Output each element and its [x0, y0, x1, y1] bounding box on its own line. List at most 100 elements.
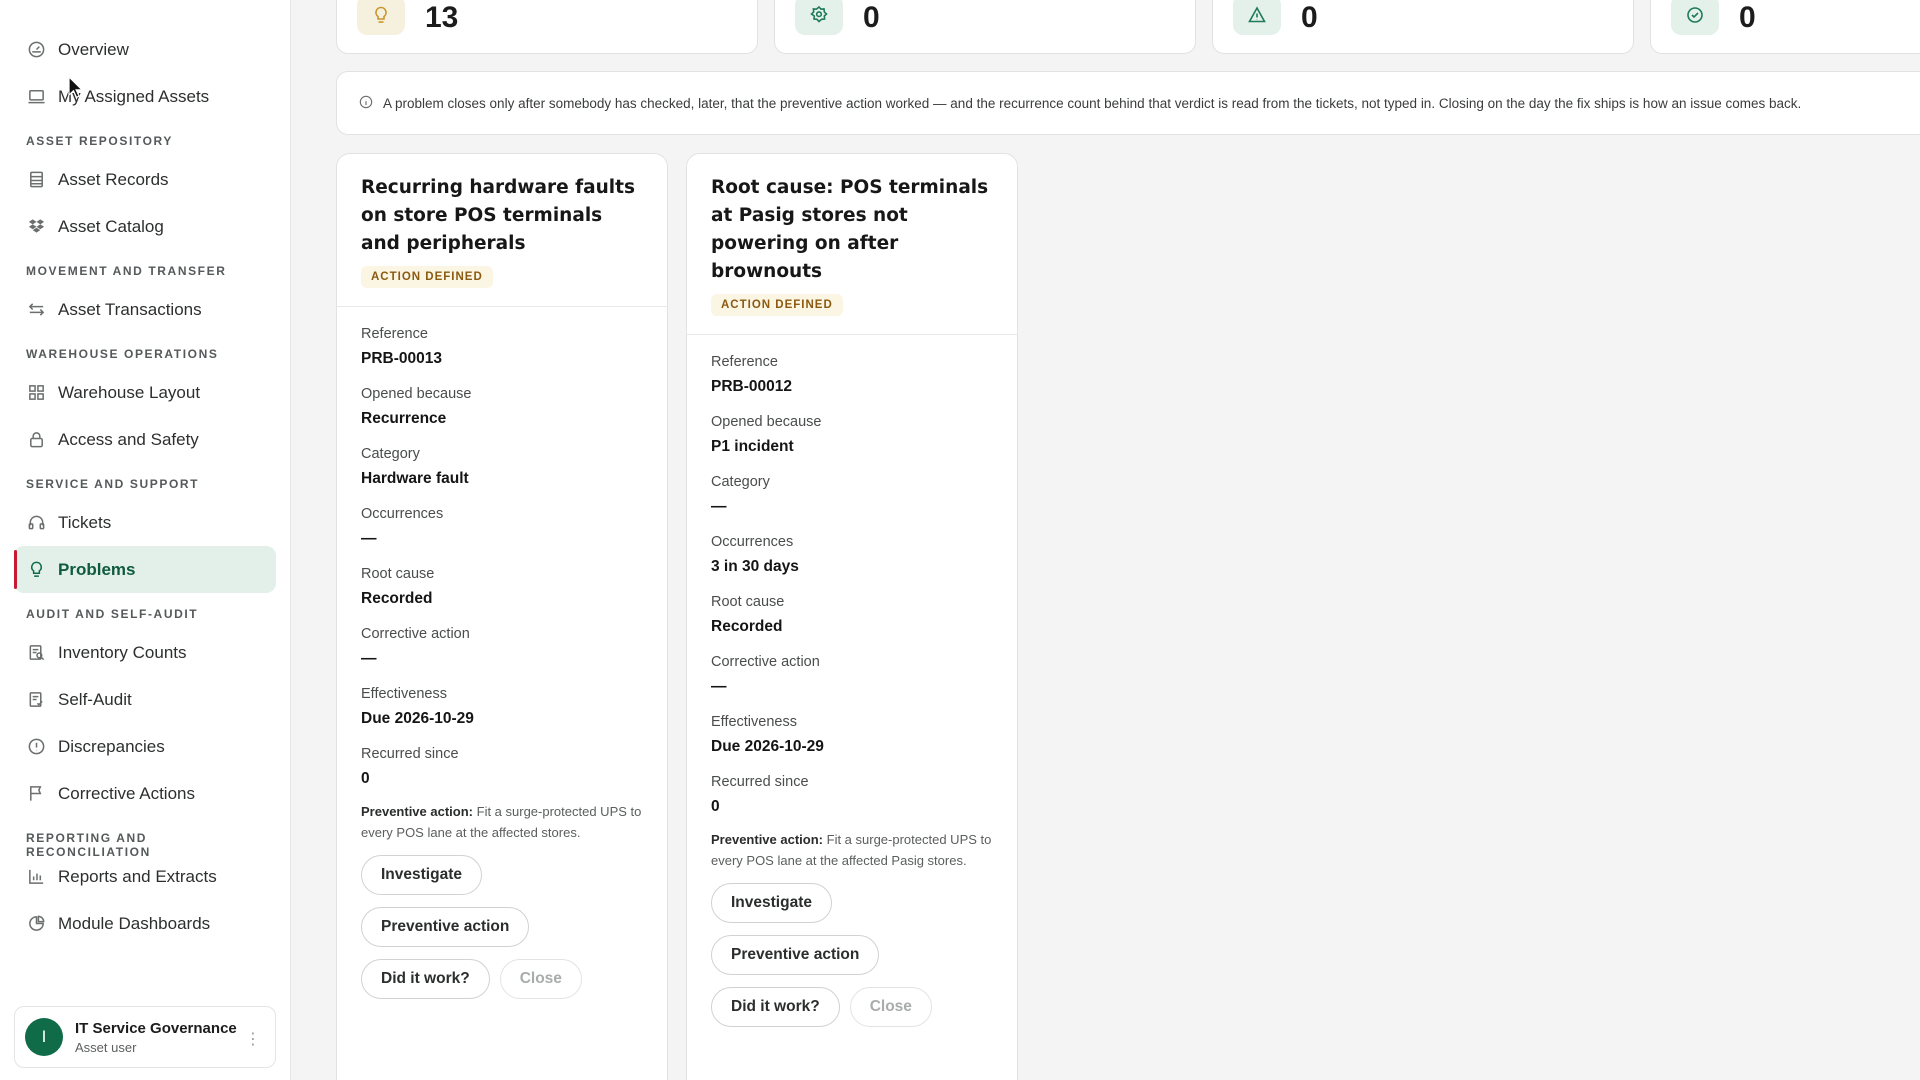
field-value-opened-because: P1 incident	[711, 438, 794, 455]
sidebar-item-asset-catalog[interactable]: Asset Catalog	[14, 203, 276, 250]
status-badge: ACTION DEFINED	[361, 266, 493, 288]
user-role: Asset user	[75, 1039, 137, 1055]
problem-title[interactable]: Root cause: POS terminals at Pasig store…	[711, 174, 993, 286]
avatar: I	[25, 1018, 63, 1056]
sidebar-item-label: Access and Safety	[58, 429, 199, 449]
preventive-action-button[interactable]: Preventive action	[361, 907, 530, 947]
section-label-movement: MOVEMENT AND TRANSFER	[26, 264, 227, 278]
did-it-work-button[interactable]: Did it work?	[711, 987, 840, 1027]
user-card[interactable]: I IT Service Governance Asset user ⋮	[14, 1006, 276, 1068]
sidebar-item-label: Warehouse Layout	[58, 382, 201, 402]
sidebar-item-my-assigned-assets[interactable]: My Assigned Assets	[14, 73, 276, 120]
field-value-root-cause: Recorded	[711, 618, 783, 635]
problem-card: Root cause: POS terminals at Pasig store…	[686, 153, 1018, 1080]
kpi-value: 13	[425, 1, 459, 34]
info-icon	[359, 95, 375, 111]
sidebar-item-inventory-counts[interactable]: Inventory Counts	[14, 629, 276, 676]
field-label-opened-because: Opened because	[711, 414, 822, 430]
sidebar-item-problems[interactable]: Problems	[14, 546, 276, 593]
field-label-recurred-since: Recurred since	[361, 746, 459, 762]
sidebar-item-reports-and-extracts[interactable]: Reports and Extracts	[14, 853, 276, 900]
dropbox-icon	[26, 217, 46, 237]
problem-card: Recurring hardware faults on store POS t…	[336, 153, 668, 1080]
sidebar-item-label: Asset Catalog	[58, 216, 164, 236]
field-value-root-cause: Recorded	[361, 590, 433, 607]
field-value-corrective-action: —	[361, 650, 377, 667]
kpi-card-total: 13	[336, 0, 758, 54]
section-label-asset-repository: ASSET REPOSITORY	[26, 134, 173, 148]
headset-icon	[26, 513, 46, 533]
sidebar-item-label: Inventory Counts	[58, 642, 187, 662]
sidebar-item-discrepancies[interactable]: Discrepancies	[14, 723, 276, 770]
field-value-occurrences: 3 in 30 days	[711, 558, 799, 575]
warning-icon	[1233, 0, 1281, 35]
sidebar-item-corrective-actions[interactable]: Corrective Actions	[14, 770, 276, 817]
field-label-effectiveness: Effectiveness	[361, 686, 447, 702]
sidebar-item-access-and-safety[interactable]: Access and Safety	[14, 416, 276, 463]
problem-card-header: Root cause: POS terminals at Pasig store…	[687, 154, 1017, 335]
section-label-audit: AUDIT AND SELF-AUDIT	[26, 607, 199, 621]
kpi-card-fourth: 0	[1650, 0, 1920, 54]
field-label-corrective-action: Corrective action	[361, 626, 470, 642]
sidebar: Overview My Assigned Assets ASSET REPOSI…	[0, 0, 291, 1080]
field-value-recurred-since: 0	[711, 798, 720, 815]
pie-chart-icon	[26, 914, 46, 934]
field-value-recurred-since: 0	[361, 770, 370, 787]
status-badge: ACTION DEFINED	[711, 294, 843, 316]
clipboard-check-icon	[26, 690, 46, 710]
field-value-opened-because: Recurrence	[361, 410, 447, 427]
user-name: IT Service Governance	[75, 1019, 237, 1037]
sidebar-item-self-audit[interactable]: Self-Audit	[14, 676, 276, 723]
info-notice: A problem closes only after somebody has…	[336, 71, 1920, 135]
sidebar-item-warehouse-layout[interactable]: Warehouse Layout	[14, 369, 276, 416]
section-label-reporting: REPORTING AND RECONCILIATION	[26, 831, 151, 859]
sidebar-item-label: Asset Records	[58, 169, 169, 189]
investigate-button[interactable]: Investigate	[711, 883, 832, 923]
field-label-reference: Reference	[361, 326, 428, 342]
flag-icon	[26, 784, 46, 804]
field-label-opened-because: Opened because	[361, 386, 472, 402]
mouse-cursor-icon	[68, 76, 84, 99]
section-label-service: SERVICE AND SUPPORT	[26, 477, 200, 491]
arrows-icon	[26, 300, 46, 320]
lightbulb-icon	[357, 0, 405, 35]
kpi-value: 0	[1301, 1, 1318, 34]
close-button[interactable]: Close	[499, 959, 582, 999]
sidebar-item-label: Tickets	[58, 512, 112, 532]
preventive-action-button[interactable]: Preventive action	[711, 935, 880, 975]
did-it-work-button[interactable]: Did it work?	[361, 959, 490, 999]
alert-circle-icon	[26, 737, 46, 757]
field-label-root-cause: Root cause	[361, 566, 435, 582]
field-label-recurred-since: Recurred since	[711, 774, 809, 790]
problem-title[interactable]: Recurring hardware faults on store POS t…	[361, 174, 643, 258]
sidebar-item-label: Overview	[58, 39, 129, 59]
preventive-action-note: Preventive action: Fit a surge-protected…	[711, 829, 993, 871]
field-label-root-cause: Root cause	[711, 594, 785, 610]
sidebar-item-label: Module Dashboards	[58, 913, 211, 933]
field-label-category: Category	[711, 474, 770, 490]
investigate-button[interactable]: Investigate	[361, 855, 482, 895]
sidebar-item-label: Discrepancies	[58, 736, 165, 756]
sidebar-item-overview[interactable]: Overview	[14, 26, 276, 73]
field-label-corrective-action: Corrective action	[711, 654, 820, 670]
sidebar-item-label: Self-Audit	[58, 689, 132, 709]
gauge-icon	[26, 40, 46, 60]
lock-icon	[26, 430, 46, 450]
more-vertical-icon[interactable]: ⋮	[245, 1029, 261, 1049]
preventive-prefix: Preventive action:	[361, 804, 473, 819]
grid-icon	[26, 383, 46, 403]
check-circle-icon	[1671, 0, 1719, 35]
sidebar-item-module-dashboards[interactable]: Module Dashboards	[14, 900, 276, 947]
field-value-effectiveness: Due 2026-10-29	[361, 710, 474, 727]
section-label-warehouse: WAREHOUSE OPERATIONS	[26, 347, 219, 361]
badge-icon	[795, 0, 843, 35]
sidebar-item-asset-transactions[interactable]: Asset Transactions	[14, 286, 276, 333]
sidebar-item-label: Corrective Actions	[58, 783, 195, 803]
sidebar-item-asset-records[interactable]: Asset Records	[14, 156, 276, 203]
field-label-category: Category	[361, 446, 420, 462]
close-button[interactable]: Close	[849, 987, 932, 1027]
field-label-occurrences: Occurrences	[361, 506, 444, 522]
sidebar-item-label: Reports and Extracts	[58, 866, 217, 886]
sidebar-item-tickets[interactable]: Tickets	[14, 499, 276, 546]
laptop-icon	[26, 87, 46, 107]
